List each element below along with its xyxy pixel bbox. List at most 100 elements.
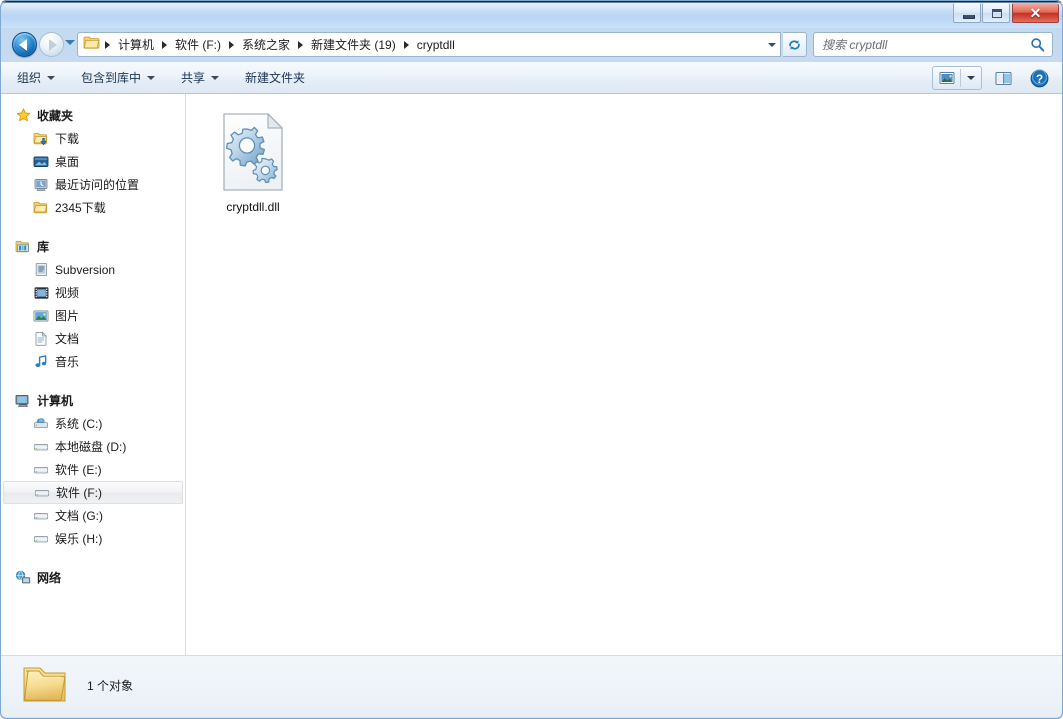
breadcrumb-separator bbox=[162, 40, 168, 49]
include-in-library-button[interactable]: 包含到库中 bbox=[71, 66, 165, 90]
include-in-library-label: 包含到库中 bbox=[81, 70, 142, 85]
command-bar: 组织 包含到库中 共享 新建文件夹 ? bbox=[1, 62, 1062, 94]
dll-gear-file-icon bbox=[221, 112, 285, 192]
sidebar-item-label: 桌面 bbox=[55, 154, 80, 169]
close-button[interactable]: ✕ bbox=[1012, 3, 1059, 23]
sidebar-item-videos[interactable]: 视频 bbox=[3, 281, 183, 304]
drive-icon bbox=[33, 439, 49, 455]
sidebar-header-label: 网络 bbox=[37, 570, 62, 585]
search-icon[interactable] bbox=[1030, 37, 1045, 52]
breadcrumb-separator bbox=[229, 40, 235, 49]
sidebar-item-drive-c[interactable]: 系统 (C:) bbox=[3, 412, 183, 435]
view-icon bbox=[939, 72, 954, 84]
breadcrumb-separator bbox=[298, 40, 304, 49]
address-bar[interactable]: 计算机 软件 (F:) 系统之家 新建文件夹 (19) cryptdll bbox=[77, 32, 781, 57]
chevron-down-icon bbox=[47, 75, 56, 80]
drive-icon bbox=[33, 531, 49, 547]
sidebar-group-libraries: 库 Subversion 视频 图片 文档 音乐 bbox=[1, 235, 185, 373]
chevron-down-icon bbox=[211, 75, 220, 80]
chevron-down-icon bbox=[967, 76, 975, 80]
maximize-icon bbox=[992, 9, 1002, 18]
sidebar-item-drive-d[interactable]: 本地磁盘 (D:) bbox=[3, 435, 183, 458]
breadcrumb-separator bbox=[403, 40, 409, 49]
drive-icon bbox=[34, 485, 50, 501]
history-dropdown-icon[interactable] bbox=[65, 40, 75, 45]
status-text: 1 个对象 bbox=[87, 679, 134, 693]
breadcrumb-item-4[interactable]: cryptdll bbox=[412, 36, 460, 54]
sidebar-item-label: 文档 bbox=[55, 331, 80, 346]
status-bar: 1 个对象 bbox=[1, 655, 1062, 717]
chevron-down-icon bbox=[147, 75, 156, 80]
search-input[interactable] bbox=[822, 37, 1030, 52]
drive-icon bbox=[33, 462, 49, 478]
sidebar-group-computer: 计算机 系统 (C:) 本地磁盘 (D:) 软件 (E:) 软件 (F:) 文档… bbox=[1, 389, 185, 550]
window-controls: ✕ bbox=[952, 3, 1059, 24]
address-dropdown-button[interactable] bbox=[763, 33, 780, 56]
subversion-icon bbox=[33, 262, 49, 278]
folder-icon bbox=[83, 35, 100, 55]
library-icon bbox=[15, 239, 31, 255]
maximize-button[interactable] bbox=[982, 3, 1010, 23]
sidebar-item-drive-f[interactable]: 软件 (F:) bbox=[3, 481, 183, 504]
system-drive-icon bbox=[33, 416, 49, 432]
pictures-icon bbox=[33, 308, 49, 324]
star-icon bbox=[15, 108, 31, 124]
back-button[interactable] bbox=[12, 32, 37, 57]
sidebar-header-network[interactable]: 网络 bbox=[3, 566, 183, 589]
view-options-group[interactable] bbox=[932, 66, 982, 90]
breadcrumb-item-3[interactable]: 新建文件夹 (19) bbox=[306, 36, 401, 54]
navigation-bar: 计算机 软件 (F:) 系统之家 新建文件夹 (19) cryptdll bbox=[1, 28, 1062, 62]
arrow-left-icon bbox=[19, 39, 27, 51]
network-icon bbox=[15, 570, 31, 586]
sidebar-header-computer[interactable]: 计算机 bbox=[3, 389, 183, 412]
share-button[interactable]: 共享 bbox=[171, 66, 229, 90]
sidebar-item-drive-h[interactable]: 娱乐 (H:) bbox=[3, 527, 183, 550]
sidebar-header-favorites[interactable]: 收藏夹 bbox=[3, 104, 183, 127]
sidebar-item-label: 2345下载 bbox=[55, 200, 106, 215]
search-box[interactable] bbox=[813, 32, 1053, 57]
sidebar-group-network: 网络 bbox=[1, 566, 185, 589]
breadcrumb-item-1[interactable]: 软件 (F:) bbox=[170, 36, 226, 54]
downloads-folder-icon bbox=[33, 131, 49, 147]
sidebar-item-desktop[interactable]: 桌面 bbox=[3, 150, 183, 173]
sidebar-item-label: 本地磁盘 (D:) bbox=[55, 439, 127, 454]
sidebar-item-downloads[interactable]: 下载 bbox=[3, 127, 183, 150]
preview-pane-button[interactable] bbox=[988, 66, 1018, 90]
minimize-icon bbox=[963, 15, 975, 19]
new-folder-button[interactable]: 新建文件夹 bbox=[235, 66, 315, 90]
file-item-cryptdll[interactable]: cryptdll.dll bbox=[200, 106, 306, 215]
music-icon bbox=[33, 354, 49, 370]
sidebar-item-2345-downloads[interactable]: 2345下载 bbox=[3, 196, 183, 219]
minimize-button[interactable] bbox=[953, 3, 981, 23]
sidebar-item-documents[interactable]: 文档 bbox=[3, 327, 183, 350]
sidebar-item-recent-places[interactable]: 最近访问的位置 bbox=[3, 173, 183, 196]
video-icon bbox=[33, 285, 49, 301]
sidebar-item-label: 图片 bbox=[55, 308, 80, 323]
sidebar-item-label: 系统 (C:) bbox=[55, 416, 103, 431]
view-dropdown-button[interactable] bbox=[961, 67, 981, 89]
sidebar-item-pictures[interactable]: 图片 bbox=[3, 304, 183, 327]
refresh-button[interactable] bbox=[783, 32, 807, 57]
sidebar-header-libraries[interactable]: 库 bbox=[3, 235, 183, 258]
computer-icon bbox=[15, 393, 31, 409]
title-bar-sheen bbox=[1, 3, 1062, 15]
change-view-button[interactable] bbox=[933, 67, 960, 89]
desktop-icon bbox=[33, 154, 49, 170]
svg-text:?: ? bbox=[1035, 72, 1042, 86]
organize-button[interactable]: 组织 bbox=[7, 66, 65, 90]
sidebar-item-subversion[interactable]: Subversion bbox=[3, 258, 183, 281]
breadcrumb-item-2[interactable]: 系统之家 bbox=[237, 36, 295, 54]
sidebar-item-label: 文档 (G:) bbox=[55, 508, 103, 523]
sidebar-item-drive-g[interactable]: 文档 (G:) bbox=[3, 504, 183, 527]
breadcrumb-item-0[interactable]: 计算机 bbox=[113, 36, 159, 54]
navigation-pane[interactable]: 收藏夹 下载 桌面 最近访问的位置 2345下载 库 Subversion 视频… bbox=[1, 94, 186, 655]
forward-button[interactable] bbox=[39, 32, 64, 57]
help-button[interactable]: ? bbox=[1024, 66, 1054, 90]
title-bar[interactable]: ✕ bbox=[0, 0, 1063, 28]
sidebar-group-favorites: 收藏夹 下载 桌面 最近访问的位置 2345下载 bbox=[1, 104, 185, 219]
file-list-view[interactable]: cryptdll.dll bbox=[186, 94, 1062, 655]
sidebar-item-music[interactable]: 音乐 bbox=[3, 350, 183, 373]
sidebar-item-drive-e[interactable]: 软件 (E:) bbox=[3, 458, 183, 481]
